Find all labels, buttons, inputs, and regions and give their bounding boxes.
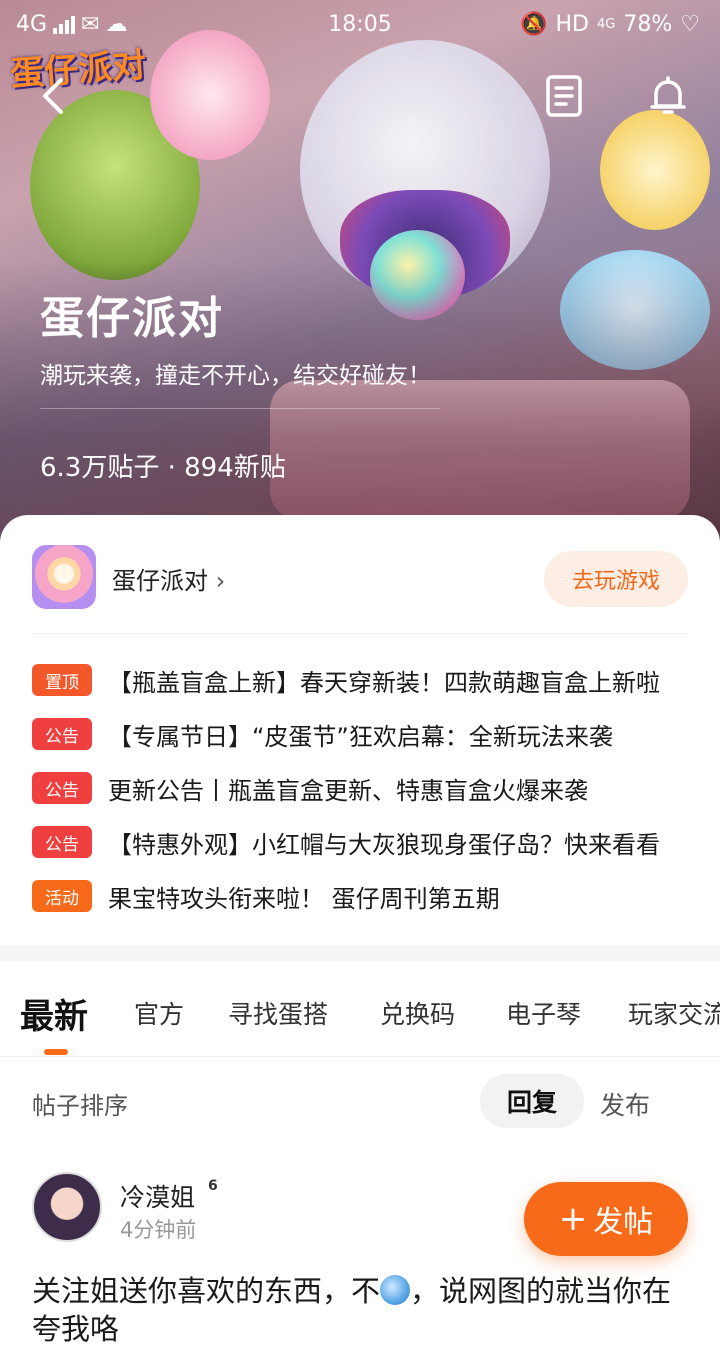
notice-item[interactable]: 公告 【专属节日】“皮蛋节”狂欢启幕：全新玩法来袭 [32,707,688,761]
play-game-button[interactable]: 去玩游戏 [544,551,688,607]
user-level-badge: 6 [208,1178,218,1194]
notice-tag-pinned: 置顶 [32,664,92,696]
notebook-icon [546,75,582,117]
create-post-button[interactable]: + 发帖 [524,1182,688,1256]
back-button[interactable] [30,72,78,120]
post-stats: 6.3万贴子 · 894新贴 [40,453,286,483]
hero-art-yellow-character [600,110,710,230]
game-app-icon [32,545,96,609]
tab-find-partner[interactable]: 寻找蛋搭 [228,995,328,1031]
user-name[interactable]: 冷漠姐 [120,1178,195,1214]
fishing-emoji-icon [380,1275,411,1305]
post-body[interactable]: 关注姐送你喜欢的东西，不 ，说网图的就当你在夸我咯 [32,1272,688,1348]
hd-label: HD [555,12,589,37]
tab-piano[interactable]: 电子琴 [506,995,581,1031]
notice-text: 更新公告丨瓶盖盲盒更新、特惠盲盒火爆来袭 [108,776,588,805]
notice-text: 【专属节日】“皮蛋节”狂欢启幕：全新玩法来袭 [108,722,613,751]
hero-divider [40,408,440,409]
sort-label: 帖子排序 [32,1092,128,1120]
sort-row: 帖子排序 回复 发布 [32,1074,688,1128]
notice-text: 果宝特攻头衔来啦！ 蛋仔周刊第五期 [108,884,500,913]
tab-latest[interactable]: 最新 [20,989,88,1038]
page-subtitle: 潮玩来袭，撞走不开心，结交好碰友！ [40,363,431,389]
chevron-left-icon [43,78,63,114]
notice-text: 【特惠外观】小红帽与大灰狼现身蛋仔岛？快来看看 [108,830,660,859]
section-separator [0,945,720,961]
notebook-button[interactable] [540,72,588,120]
mute-bell-icon: 🔕 [520,12,548,37]
game-link[interactable]: 蛋仔派对 › [112,561,225,596]
forum-info-card: 蛋仔派对 › 去玩游戏 置顶 【瓶盖盲盒上新】春天穿新装！四款萌趣盲盒上新啦 公… [0,515,720,945]
category-tabs: 最新 官方 寻找蛋搭 兑换码 电子琴 玩家交流 [0,961,720,1057]
tab-player-chat[interactable]: 玩家交流 [628,995,720,1031]
notice-tag-announcement: 公告 [32,772,92,804]
avatar[interactable] [32,1172,102,1242]
card-divider [32,633,688,634]
notice-list: 置顶 【瓶盖盲盒上新】春天穿新装！四款萌趣盲盒上新啦 公告 【专属节日】“皮蛋节… [32,653,688,923]
plus-icon: + [558,1199,588,1239]
notice-tag-announcement: 公告 [32,826,92,858]
notice-text: 【瓶盖盲盒上新】春天穿新装！四款萌趣盲盒上新啦 [108,668,660,697]
notice-tag-activity: 活动 [32,880,92,912]
notice-tag-announcement: 公告 [32,718,92,750]
heart-icon: ♡ [680,12,700,37]
post-text-part1: 关注姐送你喜欢的东西，不 [32,1274,381,1308]
bell-icon [650,76,686,114]
notice-item[interactable]: 公告 【特惠外观】小红帽与大灰狼现身蛋仔岛？快来看看 [32,815,688,869]
tab-official[interactable]: 官方 [134,995,184,1031]
network2-label: 4G [597,17,616,32]
status-bar: 4G ✉ ☁ 18:05 🔕 HD 4G 78% ♡ [0,0,720,52]
chevron-right-icon: › [215,567,226,595]
sort-by-reply-button[interactable]: 回复 [480,1074,584,1128]
battery-level: 78% [623,12,673,37]
create-post-label: 发帖 [593,1205,654,1240]
active-tab-indicator [44,1049,68,1055]
notification-button[interactable] [644,72,692,120]
status-right: 🔕 HD 4G 78% ♡ [520,12,700,37]
game-row[interactable]: 蛋仔派对 › 去玩游戏 [32,545,688,611]
page-title: 蛋仔派对 [40,293,224,344]
sort-by-publish-button[interactable]: 发布 [600,1086,650,1122]
notice-item[interactable]: 公告 更新公告丨瓶盖盲盒更新、特惠盲盒火爆来袭 [32,761,688,815]
tab-redeem-code[interactable]: 兑换码 [380,995,455,1031]
post-time: 4分钟前 [120,1218,197,1242]
game-name-label: 蛋仔派对 [112,567,208,595]
notice-item[interactable]: 置顶 【瓶盖盲盒上新】春天穿新装！四款萌趣盲盒上新啦 [32,653,688,707]
notice-item[interactable]: 活动 果宝特攻头衔来啦！ 蛋仔周刊第五期 [32,869,688,923]
